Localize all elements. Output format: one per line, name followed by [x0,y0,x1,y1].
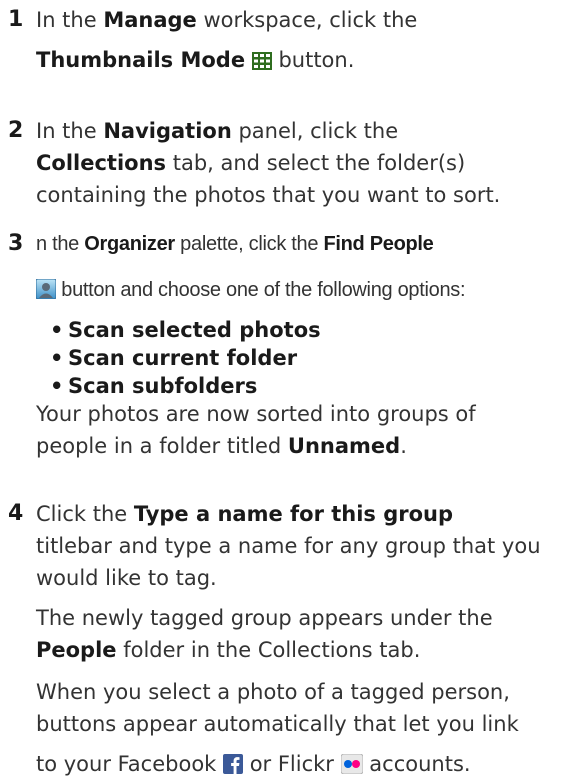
step-text-line: Click the Type a name for this group [36,498,576,530]
step-text-line: button and choose one of the following o… [36,274,576,306]
folder-name: People [36,638,117,662]
button-name: Thumbnails Mode [36,48,246,72]
panel-name: Navigation [103,119,232,143]
text: button. [271,48,355,72]
person-icon [36,279,56,299]
flickr-icon [340,754,363,774]
text: accounts. [362,752,471,776]
option-label: Scan subfolders [68,374,258,398]
grid-icon [251,52,272,70]
step-text-line: containing the photos that you want to s… [36,183,501,207]
step-number: 4 [8,501,24,526]
step-text-line: In the Navigation panel, click the [36,115,576,147]
step-text-line: Thumbnails Mode button. [36,44,576,76]
instructions-document: 1 In the Manage workspace, click the Thu… [0,0,588,776]
step-text-line: In the Manage workspace, click the [36,4,576,36]
text: Click the [36,502,134,526]
step-text-line: Your photos are now sorted into groups o… [36,402,476,426]
titlebar-name: Type a name for this group [133,502,454,526]
step-1: 1 In the Manage workspace, click the Thu… [0,4,588,76]
step-text-line: buttons appear automatically that let yo… [36,712,519,736]
text: In the [36,8,104,32]
text: folder in the Collections tab. [116,638,421,662]
text: people in a folder titled [36,434,288,458]
text: button and choose one of the following o… [56,279,466,301]
list-item: • Scan subfolders [50,374,258,398]
step-text-line: The newly tagged group appears under the [36,606,493,630]
text: tab, and select the folder(s) [166,151,466,175]
step-text-line: n the Organizer palette, click the Find … [36,228,576,260]
text: n the [36,233,85,255]
button-name: Find People [323,233,434,255]
list-item: • Scan current folder [50,346,298,370]
workspace-name: Manage [103,8,197,32]
step-text-line: Collections tab, and select the folder(s… [36,147,576,179]
options-list: • Scan selected photos • Scan current fold… [36,316,576,400]
text: . [400,434,407,458]
text: or Flickr [243,752,341,776]
option-label: Scan current folder [68,346,298,370]
step-number: 1 [8,7,24,32]
step-number: 3 [8,231,24,256]
list-item: • Scan selected photos [50,318,321,342]
step-3: 3 n the Organizer palette, click the Fin… [0,228,588,462]
facebook-icon [223,754,244,774]
folder-name: Unnamed [287,434,401,458]
step-4: 4 Click the Type a name for this group t… [0,498,588,780]
step-text-line: to your Facebook or Flickr accounts. [36,748,576,780]
text: In the [36,119,104,143]
step-text-line: People folder in the Collections tab. [36,634,576,666]
step-2: 2 In the Navigation panel, click the Col… [0,115,588,211]
step-text-line: titlebar and type a name for any group t… [36,534,541,558]
option-label: Scan selected photos [68,318,321,342]
tab-name: Collections [36,151,167,175]
step-text-line: people in a folder titled Unnamed. [36,430,576,462]
text: palette, click the [174,233,324,255]
text: to your Facebook [36,752,224,776]
step-number: 2 [8,118,24,143]
text: panel, click the [231,119,399,143]
text: workspace, click the [196,8,418,32]
step-text-line: would like to tag. [36,566,217,590]
step-text-line: When you select a photo of a tagged pers… [36,680,510,704]
palette-name: Organizer [84,233,175,255]
